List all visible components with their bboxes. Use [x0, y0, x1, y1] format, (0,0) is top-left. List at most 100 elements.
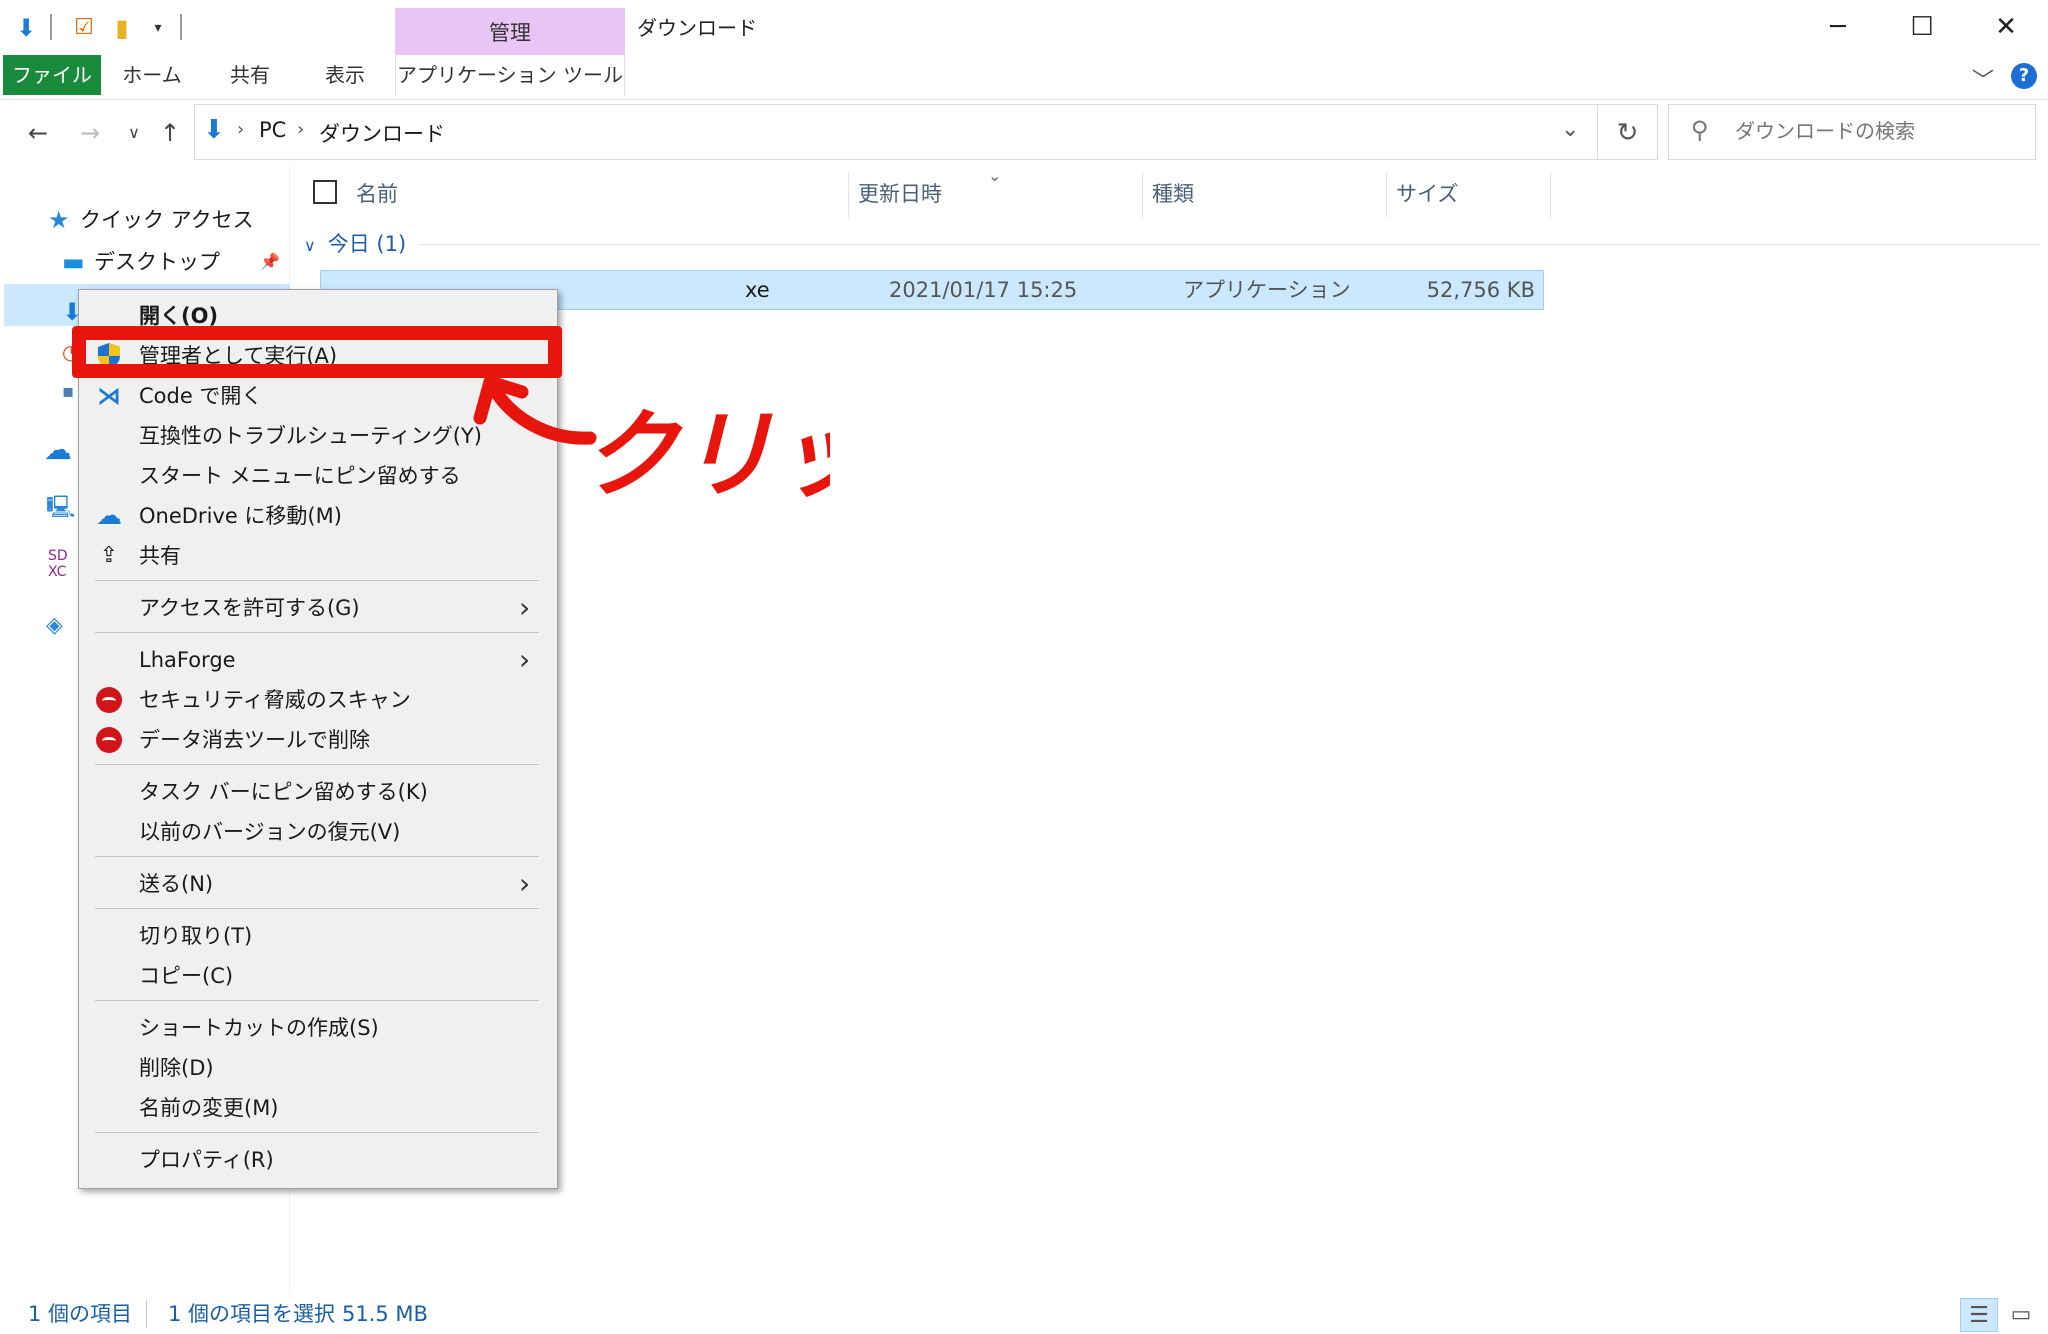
column-header-name[interactable]: 名前 [356, 174, 398, 214]
vscode-icon: ⋊ [97, 382, 121, 410]
menu-item-label: コピー(C) [139, 964, 234, 988]
up-arrow-icon[interactable]: ↑ [152, 113, 188, 153]
menu-item-label: Code で開く [139, 384, 263, 408]
menu-item-label: プロパティ(R) [139, 1148, 274, 1172]
menu-item-create-shortcut[interactable]: ショートカットの作成(S) [79, 1008, 557, 1048]
file-date: 2021/01/17 15:25 [889, 278, 1078, 302]
menu-separator [95, 1132, 539, 1133]
menu-item-security-scan[interactable]: セキュリティ脅威のスキャン [79, 680, 557, 720]
annotation-click-text: クリック [582, 399, 830, 510]
menu-item-copy[interactable]: コピー(C) [79, 956, 557, 996]
menu-item-label: 名前の変更(M) [139, 1096, 279, 1120]
large-icons-view-icon[interactable]: ▭ [2002, 1298, 2040, 1332]
collapse-chevron-icon[interactable]: ∨ [304, 236, 316, 255]
select-all-checkbox[interactable] [313, 180, 337, 204]
this-pc-icon: 🖳 [46, 495, 76, 520]
quick-access-separator [180, 14, 182, 40]
network-icon: ◈ [46, 613, 63, 638]
column-divider[interactable] [1142, 172, 1143, 218]
file-type: アプリケーション [1183, 278, 1351, 302]
maximize-button[interactable]: ☐ [1880, 0, 1964, 55]
menu-item-rename[interactable]: 名前の変更(M) [79, 1088, 557, 1128]
onedrive-icon: ☁ [44, 433, 72, 466]
selection-count: 1 個の項目を選択 [168, 1302, 336, 1326]
sidebar-item-quick-access[interactable]: ★ クイック アクセス [0, 200, 290, 240]
status-separator [146, 1300, 147, 1328]
menu-item-cut[interactable]: 切り取り(T) [79, 916, 557, 956]
menu-item-label: 送る(N) [139, 872, 214, 896]
submenu-chevron-icon: › [519, 643, 531, 676]
menu-item-give-access[interactable]: アクセスを許可する(G) › [79, 588, 557, 628]
menu-item-delete[interactable]: 削除(D) [79, 1048, 557, 1088]
search-box[interactable]: ⚲ [1668, 104, 2036, 160]
folder-icon[interactable]: ▮ [108, 14, 136, 42]
address-bar[interactable]: ⬇ › PC › ダウンロード ⌄ [194, 104, 1598, 160]
quick-access-separator [50, 14, 52, 40]
ribbon-tabs: ファイル ホーム 共有 表示 アプリケーション ツール ﹀ ? [0, 55, 2048, 100]
sidebar-item-desktop[interactable]: ▬ デスクトップ 📌 [0, 242, 290, 282]
help-icon[interactable]: ? [2011, 63, 2037, 89]
onedrive-icon: ☁ [96, 501, 122, 531]
tab-application-tools[interactable]: アプリケーション ツール [395, 55, 625, 95]
tab-file[interactable]: ファイル [3, 55, 101, 95]
forward-arrow-icon[interactable]: → [72, 113, 108, 153]
back-arrow-icon[interactable]: ← [20, 113, 56, 153]
menu-item-label: タスク バーにピン留めする(K) [139, 780, 428, 804]
sidebar-item-label: クイック アクセス [80, 208, 254, 232]
menu-item-restore-previous-versions[interactable]: 以前のバージョンの復元(V) [79, 812, 557, 852]
menu-separator [95, 1000, 539, 1001]
menu-item-label: 切り取り(T) [139, 924, 253, 948]
column-header-date[interactable]: 更新日時 [858, 174, 942, 214]
group-divider [420, 244, 2040, 245]
menu-item-pin-to-taskbar[interactable]: タスク バーにピン留めする(K) [79, 772, 557, 812]
tab-view[interactable]: 表示 [305, 55, 385, 95]
minimize-button[interactable]: ─ [1796, 0, 1880, 55]
menu-separator [95, 580, 539, 581]
breadcrumb-chevron-icon[interactable]: › [297, 119, 304, 140]
menu-item-label: データ消去ツールで削除 [139, 728, 370, 752]
menu-item-lhaforge[interactable]: LhaForge › [79, 640, 557, 680]
menu-item-label: 共有 [139, 544, 181, 568]
column-header-size[interactable]: サイズ [1396, 174, 1458, 214]
menu-item-send-to[interactable]: 送る(N) › [79, 864, 557, 904]
address-dropdown-chevron-icon[interactable]: ⌄ [1561, 117, 1579, 142]
breadcrumb-chevron-icon[interactable]: › [237, 119, 244, 140]
annotation-arrow-and-text: クリック [473, 375, 830, 510]
menu-item-label: ショートカットの作成(S) [139, 1016, 379, 1040]
breadcrumb-downloads[interactable]: ダウンロード [319, 118, 445, 148]
menu-separator [95, 764, 539, 765]
refresh-icon[interactable]: ↻ [1598, 104, 1658, 160]
trendmicro-icon [93, 680, 125, 725]
customize-toolbar-chevron-icon[interactable]: ▾ [144, 14, 172, 42]
column-divider[interactable] [1386, 172, 1387, 218]
column-divider[interactable] [848, 172, 849, 218]
title-bar: ⬇ ☑ ▮ ▾ 管理 ダウンロード ─ ☐ ✕ [0, 0, 2048, 55]
menu-separator [95, 856, 539, 857]
recent-locations-chevron-icon[interactable]: ∨ [116, 113, 152, 153]
column-divider[interactable] [1550, 172, 1551, 218]
group-header-today[interactable]: ∨ 今日 (1) [304, 224, 406, 264]
column-header-type[interactable]: 種類 [1152, 174, 1194, 214]
star-icon: ★ [48, 206, 70, 234]
sort-chevron-icon: ⌄ [988, 166, 1002, 185]
pin-icon[interactable]: 📌 [260, 242, 280, 282]
search-icon: ⚲ [1691, 116, 1709, 144]
menu-item-label: スタート メニューにピン留めする [139, 464, 461, 488]
group-label: 今日 (1) [327, 232, 407, 256]
status-bar: 1 個の項目 1 個の項目を選択 51.5 MB ☰ ▭ [0, 1294, 2048, 1334]
manage-context-tab[interactable]: 管理 [395, 8, 625, 55]
breadcrumb-pc[interactable]: PC [259, 118, 286, 142]
file-name: xe [745, 278, 770, 302]
tab-share[interactable]: 共有 [210, 55, 290, 95]
menu-item-data-erase[interactable]: データ消去ツールで削除 [79, 720, 557, 760]
details-view-icon[interactable]: ☰ [1960, 1298, 1998, 1332]
expand-ribbon-chevron-icon[interactable]: ﹀ [1972, 63, 1994, 95]
menu-item-label: LhaForge [139, 648, 236, 672]
menu-item-label: 以前のバージョンの復元(V) [139, 820, 401, 844]
close-button[interactable]: ✕ [1964, 0, 2048, 55]
search-input[interactable] [1735, 119, 2025, 143]
menu-item-properties[interactable]: プロパティ(R) [79, 1140, 557, 1180]
menu-item-share[interactable]: ⇪ 共有 [79, 536, 557, 576]
tab-home[interactable]: ホーム [112, 55, 192, 95]
properties-check-icon[interactable]: ☑ [70, 14, 98, 42]
